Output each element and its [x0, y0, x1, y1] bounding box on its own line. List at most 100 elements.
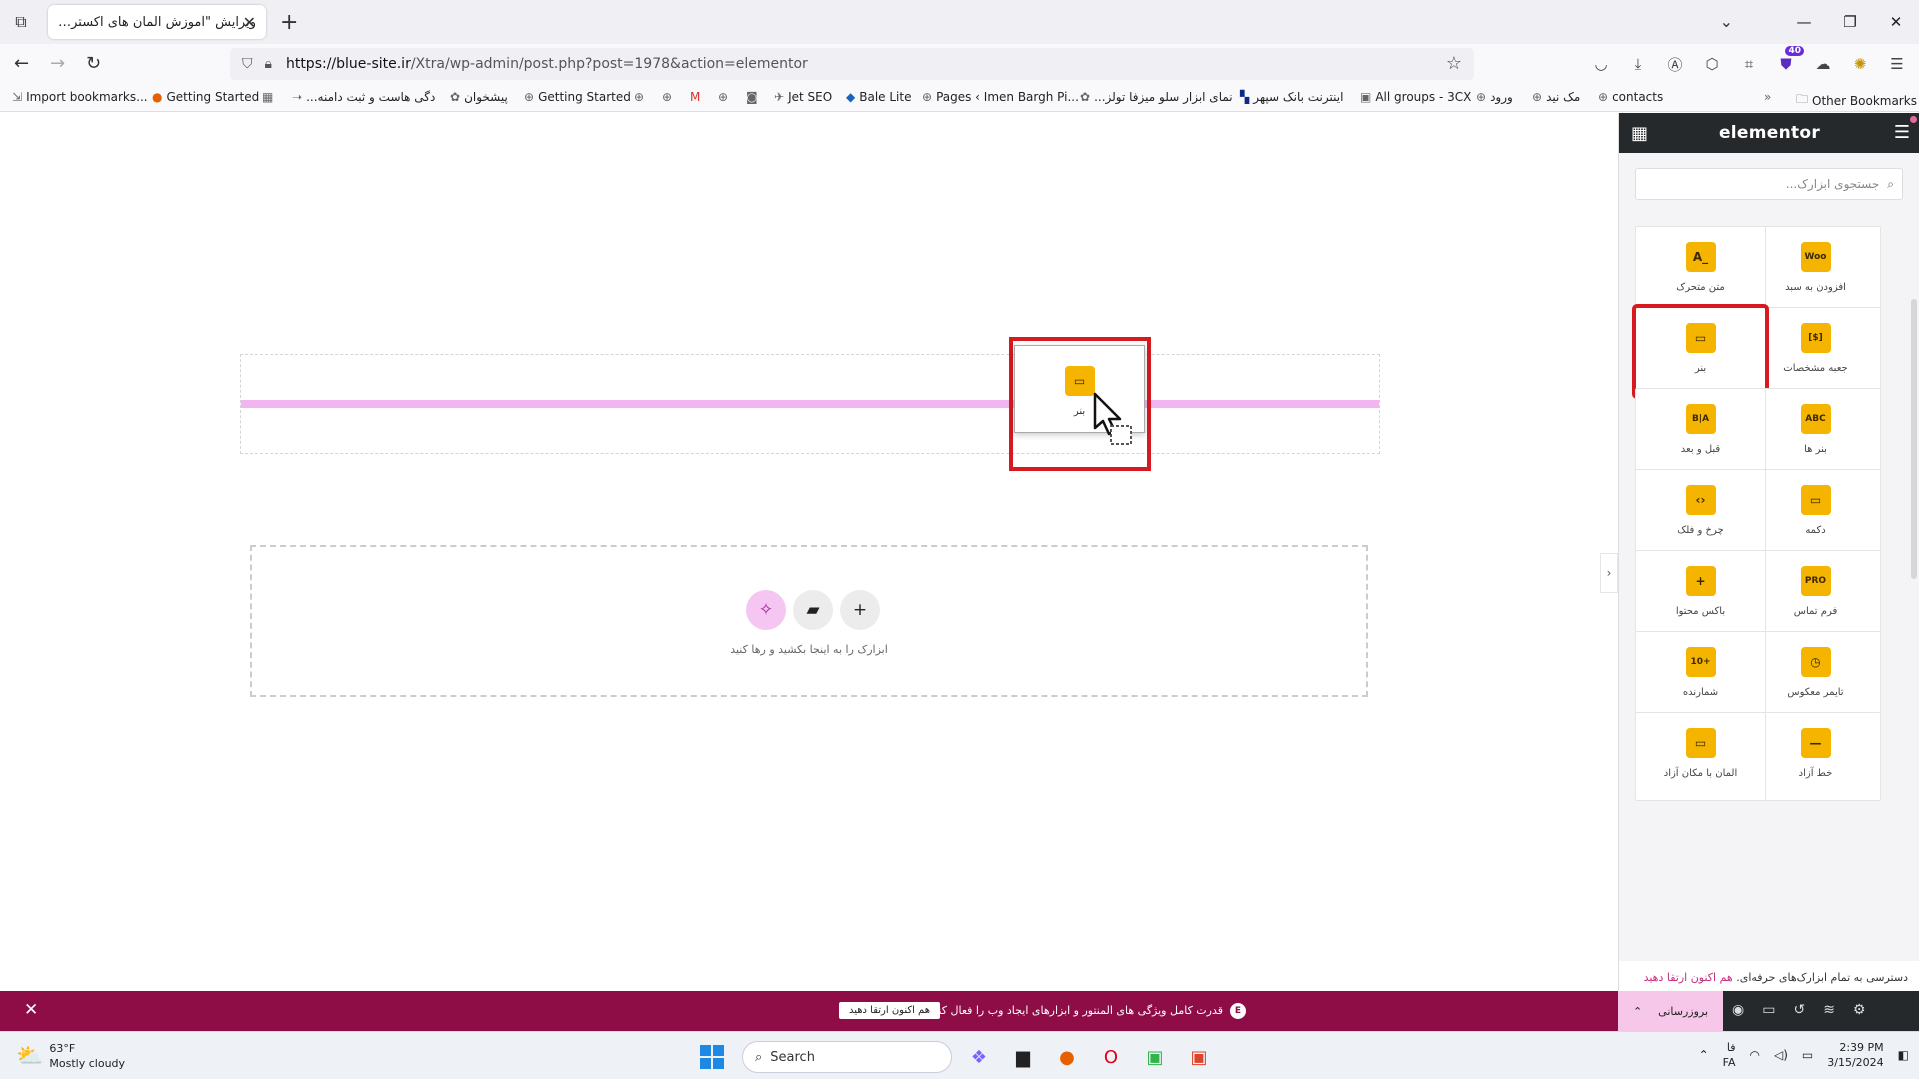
- bookmark-item[interactable]: ◆ Bale Lite: [846, 90, 911, 104]
- firefox-icon[interactable]: ●: [1050, 1040, 1084, 1074]
- vpn-icon[interactable]: ☁: [1811, 52, 1835, 76]
- bookmark-item[interactable]: ▦: [262, 90, 273, 104]
- bookmark-item[interactable]: ⇲ Import bookmarks...: [12, 90, 148, 104]
- back-icon[interactable]: ←: [14, 53, 29, 74]
- bookmark-item[interactable]: ⊕: [662, 90, 672, 104]
- widget-card[interactable]: ▭ دکمه: [1750, 469, 1881, 558]
- bookmark-item[interactable]: ▣ All groups - 3CX: [1360, 90, 1471, 104]
- forward-icon[interactable]: →: [50, 53, 65, 74]
- minimize-icon[interactable]: —: [1781, 0, 1827, 44]
- close-tab-icon[interactable]: ✕: [243, 13, 256, 32]
- chevron-up-icon[interactable]: ⌃: [1699, 1048, 1709, 1062]
- restore-icon[interactable]: ❐: [1827, 0, 1873, 44]
- update-button[interactable]: بروزرسانی ⌃: [1618, 991, 1723, 1031]
- bookmark-item[interactable]: ⊕: [718, 90, 728, 104]
- bookmark-item[interactable]: ✿ پیشخوان: [450, 90, 508, 104]
- bookmark-item[interactable]: ✈ Jet SEO: [774, 90, 832, 104]
- more-bookmarks-icon[interactable]: »: [1764, 90, 1771, 104]
- recorder-icon[interactable]: ▣: [1182, 1040, 1216, 1074]
- widget-card[interactable]: B|A قبل و بعد: [1635, 388, 1766, 477]
- volume-icon[interactable]: ◁): [1774, 1048, 1788, 1062]
- bookmark-item[interactable]: ✿ ...نمای ابزار سلو میزفا تولز: [1080, 90, 1233, 104]
- bookmark-item[interactable]: ⊕ contacts: [1598, 90, 1663, 104]
- upgrade-link[interactable]: هم اکنون ارتقا دهید: [1644, 971, 1733, 984]
- preview-eye-icon[interactable]: ◉: [1732, 1002, 1744, 1018]
- bookmark-item[interactable]: ⊕ ورود: [1476, 90, 1513, 104]
- navigator-layers-icon[interactable]: ≋: [1823, 1002, 1835, 1018]
- widget-card[interactable]: ABC بنر ها: [1750, 388, 1881, 477]
- template-folder-icon[interactable]: ▰: [793, 590, 833, 630]
- bookmark-item[interactable]: ▚ اینترنت بانک سپهر: [1240, 90, 1343, 104]
- file-manager-icon[interactable]: ▆: [1006, 1040, 1040, 1074]
- panel-scrollbar[interactable]: [1911, 299, 1917, 579]
- ai-sparkle-icon[interactable]: ✧: [746, 590, 786, 630]
- widget-search-input[interactable]: ⌕ جستجوی ابزارک...: [1635, 168, 1903, 200]
- bookmark-item[interactable]: ➝ ...دگی هاست و ثبت دامنه: [292, 90, 435, 104]
- gear-extension-icon[interactable]: ✺: [1848, 52, 1872, 76]
- shield-icon[interactable]: ⛉: [242, 56, 253, 72]
- editor-canvas[interactable]: ▭ بنر ✧ ▰ + ابزارک را به اینجا بکشید و ر…: [0, 113, 1618, 991]
- toolbar-icons: ◡ ⤓ Ⓐ ⬡ ⌗ ⛊ 40 ☁ ✺ ☰: [1589, 46, 1909, 76]
- empty-section-dropzone[interactable]: ✧ ▰ + ابزارک را به اینجا بکشید و رها کنی…: [250, 545, 1368, 697]
- bookmark-item[interactable]: ◙: [746, 90, 758, 104]
- widget-card[interactable]: ‹› چرخ و فلک: [1635, 469, 1766, 558]
- chevron-up-icon[interactable]: ⌃: [1633, 1005, 1642, 1018]
- hamburger-menu-icon[interactable]: ☰: [1894, 122, 1910, 143]
- wifi-icon[interactable]: ◠: [1750, 1048, 1760, 1062]
- bookmark-item[interactable]: ⊕ مک نید: [1532, 90, 1580, 104]
- list-all-tabs-icon[interactable]: ⧉: [10, 11, 32, 33]
- browser-tab[interactable]: ویرایش "آموزش المان های اکسترا – ..." ✕: [48, 5, 266, 39]
- menu-icon[interactable]: ☰: [1885, 52, 1909, 76]
- camtasia-icon[interactable]: ▣: [1138, 1040, 1172, 1074]
- windows-start-icon[interactable]: [700, 1045, 724, 1069]
- battery-icon[interactable]: ▭: [1802, 1048, 1813, 1062]
- widget-card[interactable]: A_ متن متحرک: [1635, 226, 1766, 315]
- other-bookmarks[interactable]: 🗀︎ Other Bookmarks: [1796, 90, 1917, 111]
- panel-collapse-toggle[interactable]: ›: [1600, 553, 1618, 593]
- opera-icon[interactable]: O: [1094, 1040, 1128, 1074]
- notification-icon[interactable]: ◧: [1898, 1048, 1909, 1062]
- widget-card[interactable]: Woo افزودن به سبد: [1750, 226, 1881, 315]
- settings-gear-icon[interactable]: ⚙: [1853, 1002, 1866, 1018]
- search-icon: ⌕: [755, 1049, 763, 1065]
- widget-card[interactable]: [$] جعبه مشخصات: [1750, 307, 1881, 396]
- copilot-icon[interactable]: ❖: [962, 1040, 996, 1074]
- bookmark-item[interactable]: M: [690, 90, 700, 104]
- weather-widget[interactable]: ⛅ 63°F Mostly cloudy: [16, 1041, 125, 1071]
- add-section-icon[interactable]: +: [840, 590, 880, 630]
- widget-card[interactable]: PRO فرم تماس: [1750, 550, 1881, 639]
- lock-icon[interactable]: 🔒︎: [265, 56, 272, 72]
- close-window-icon[interactable]: ✕: [1873, 0, 1919, 44]
- url-path: /Xtra/wp-admin/post.php?post=1978&action…: [410, 56, 808, 72]
- widget-card[interactable]: + باکس محتوا: [1635, 550, 1766, 639]
- bookmark-star-icon[interactable]: ☆: [1446, 53, 1462, 74]
- chevron-down-icon[interactable]: ⌄: [1720, 12, 1733, 31]
- gmail-icon: M: [690, 90, 701, 104]
- widget-card[interactable]: ▭ بنر: [1632, 304, 1769, 399]
- download-icon[interactable]: ⤓: [1626, 52, 1650, 76]
- url-text[interactable]: https://blue-site.ir/Xtra/wp-admin/post.…: [286, 56, 808, 72]
- bookmark-item[interactable]: ⊕: [634, 90, 644, 104]
- pocket-icon[interactable]: ◡: [1589, 52, 1613, 76]
- widget-card[interactable]: — خط آزاد: [1750, 712, 1881, 801]
- bookmark-item[interactable]: ⊕ Pages ‹ Imen Bargh Pi...: [922, 90, 1079, 104]
- clock[interactable]: 2:39 PM 3/15/2024: [1827, 1040, 1883, 1070]
- widget-card[interactable]: ▭ المان با مکان آزاد: [1635, 712, 1766, 801]
- bookmark-item[interactable]: ● Getting Started: [152, 90, 259, 104]
- responsive-icon[interactable]: ▭: [1762, 1002, 1775, 1018]
- new-tab-icon[interactable]: +: [280, 10, 298, 35]
- extensions-icon[interactable]: ⬡: [1700, 52, 1724, 76]
- account-icon[interactable]: Ⓐ: [1663, 52, 1687, 76]
- bookmark-item[interactable]: ⊕ Getting Started: [524, 90, 631, 104]
- language-indicator[interactable]: فا FA: [1723, 1040, 1736, 1070]
- widget-card[interactable]: ◷ تایمر معکوس: [1750, 631, 1881, 720]
- address-bar[interactable]: ⛉ 🔒︎ https://blue-site.ir/Xtra/wp-admin/…: [230, 48, 1474, 80]
- widgets-grid-icon[interactable]: ▦: [1631, 123, 1648, 144]
- widget-card[interactable]: 10+ شمارنده: [1635, 631, 1766, 720]
- reload-icon[interactable]: ↻: [86, 53, 101, 74]
- history-icon[interactable]: ↺: [1793, 1002, 1805, 1018]
- shield-extension-icon[interactable]: ⛊ 40: [1774, 46, 1804, 76]
- crop-icon[interactable]: ⌗: [1737, 52, 1761, 76]
- taskbar-search[interactable]: ⌕ Search: [742, 1041, 952, 1073]
- close-icon[interactable]: ✕: [24, 1000, 38, 1020]
